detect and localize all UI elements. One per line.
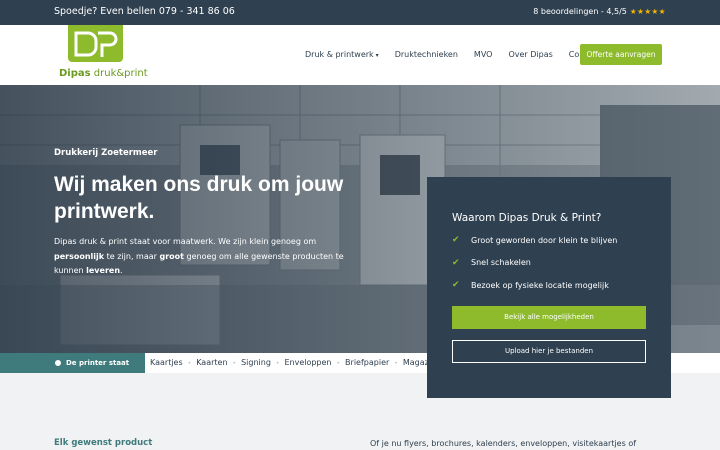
printer-status-badge: De printer staat aan [0,353,145,387]
chevron-down-icon: ▾ [375,52,379,59]
category-link[interactable]: Magazi [403,358,430,367]
nav-druktechnieken[interactable]: Druktechnieken [395,50,458,59]
card-title: Waarom Dipas Druk & Print? [452,212,602,224]
main-nav: Druk & printwerk ▾ Druktechnieken MVO Ove… [305,50,600,59]
hero-text: Dipas druk & print staat voor maatwerk. … [54,237,317,246]
check-icon: ✔ [452,235,460,245]
phone-link[interactable]: Spoedje? Even bellen 079 - 341 86 06 [54,6,235,17]
view-options-button[interactable]: Bekijk alle mogelijkheden [452,306,646,329]
benefits-list: ✔ Groot geworden door klein te blijven ✔ S… [452,235,617,303]
status-dot-icon [55,360,61,366]
hero-emphasis: persoonlijk [54,251,105,261]
list-item: ✔ Snel schakelen [452,258,617,268]
hero-text: . [120,266,123,275]
benefit-text: Groot geworden door klein te blijven [471,235,618,245]
quote-request-button[interactable]: Offerte aanvragen [580,44,662,65]
separator-dot-icon: • [394,360,398,367]
benefit-text: Snel schakelen [471,258,531,267]
category-link[interactable]: Enveloppen [284,358,331,367]
nav-over-dipas[interactable]: Over Dipas [508,50,552,59]
reviews-summary[interactable]: 8 beoordelingen - 4,5/5 ★★★★★ [533,7,666,16]
logo[interactable]: Dipas druk&print [58,25,148,83]
site-header: Dipas druk&print Druk & printwerk ▾ Drukt… [0,25,720,85]
list-item: ✔ Bezoek op fysieke locatie mogelijk [452,280,617,290]
category-link[interactable]: Signing [241,358,271,367]
reviews-text: 8 beoordelingen - 4,5/5 [533,7,627,16]
logo-text: Dipas druk&print [59,68,148,79]
nav-label: Druk & printwerk [305,50,374,59]
category-link[interactable]: Kaartjes [150,358,183,367]
separator-dot-icon: • [275,360,280,367]
hero-description: Dipas druk & print staat voor maatwerk. … [54,235,354,279]
section-text: Of je nu flyers, brochures, kalenders, e… [370,439,637,448]
top-bar: Spoedje? Even bellen 079 - 341 86 06 8 b… [0,0,720,25]
logo-mark-icon [68,25,123,62]
hero-text: te zijn, maar [104,251,160,261]
separator-dot-icon: • [232,360,237,367]
separator-dot-icon: • [187,360,192,367]
hero-kicker: Drukkerij Zoetermeer [54,148,158,158]
hero-emphasis: groot [159,251,184,261]
upload-files-button[interactable]: Upload hier je bestanden [452,340,646,363]
check-icon: ✔ [452,257,460,268]
check-icon: ✔ [452,280,460,290]
section-heading: Elk gewenst product [54,438,153,448]
logo-name: Dipas [59,68,91,79]
category-list: Kaartjes • Kaarten • Signing • Enveloppen • Brie… [150,353,430,373]
hero-title: Wij maken ons druk om jouw printwerk. [54,173,344,223]
why-dipas-card: Waarom Dipas Druk & Print? ✔ Groot geword… [427,177,671,398]
nav-mvo[interactable]: MVO [474,50,493,59]
list-item: ✔ Groot geworden door klein te blijven [452,235,617,245]
category-link[interactable]: Briefpapier [345,358,389,367]
separator-dot-icon: • [336,360,341,367]
category-link[interactable]: Kaarten [196,358,227,367]
rating-stars-icon: ★★★★★ [629,7,666,16]
hero-emphasis: leveren [86,266,121,275]
logo-suffix: druk&print [93,68,148,79]
nav-druk-printwerk[interactable]: Druk & printwerk ▾ [305,50,379,59]
benefit-text: Bezoek op fysieke locatie mogelijk [471,280,609,290]
